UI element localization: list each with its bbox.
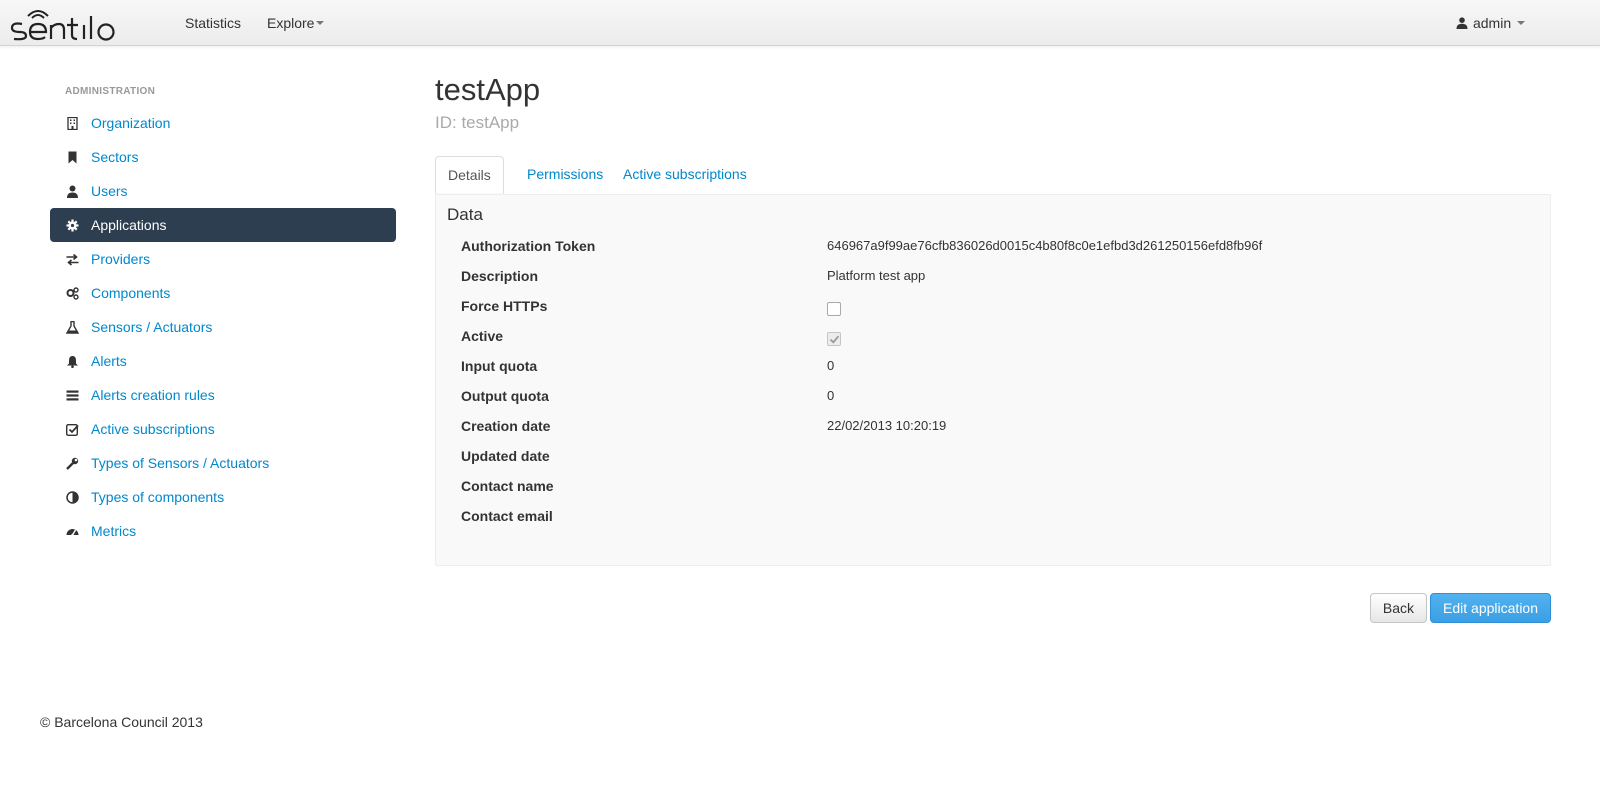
sidebar-item-types-of-sensors-actuators[interactable]: Types of Sensors / Actuators <box>50 446 396 480</box>
field-row-contact-name: Contact name <box>461 478 1521 508</box>
sidebar-item-active-subscriptions[interactable]: Active subscriptions <box>50 412 396 446</box>
field-label: Input quota <box>461 358 538 374</box>
tab-bar: Details Permissions Active subscriptions <box>435 156 1551 194</box>
field-label: Force HTTPs <box>461 298 548 314</box>
check-square-icon <box>66 423 79 436</box>
bell-icon <box>66 355 79 368</box>
field-label: Output quota <box>461 388 549 404</box>
active-checkbox[interactable] <box>827 332 841 346</box>
sidebar-item-metrics[interactable]: Metrics <box>50 514 396 548</box>
tab-permissions[interactable]: Permissions <box>515 156 615 194</box>
gears-icon <box>66 287 79 300</box>
footer-copyright: © Barcelona Council 2013 <box>40 714 203 730</box>
user-icon <box>66 185 79 198</box>
exchange-icon <box>66 253 79 266</box>
sidebar-item-label: Organization <box>91 115 171 131</box>
building-icon <box>66 117 79 130</box>
sidebar-header: ADMINISTRATION <box>65 86 156 97</box>
panel-title: Data <box>447 205 483 224</box>
field-row-authorization-token: Authorization Token 646967a9f99ae76cfb83… <box>461 238 1521 268</box>
field-label: Updated date <box>461 448 550 464</box>
field-label: Active <box>461 328 504 344</box>
edit-application-button[interactable]: Edit application <box>1430 593 1551 623</box>
wrench-icon <box>66 457 79 470</box>
details-panel: Data Authorization Token 646967a9f99ae76… <box>435 194 1551 566</box>
sidebar-item-components[interactable]: Components <box>50 276 396 310</box>
page-title: testApp <box>435 72 541 107</box>
chevron-down-icon <box>316 21 325 26</box>
nav-explore-dropdown[interactable]: Explore <box>267 15 325 31</box>
half-circle-icon <box>66 491 79 504</box>
main-content: testApp ID: testApp Details Permissions … <box>435 70 1551 623</box>
field-row-output-quota: Output quota 0 <box>461 388 1521 418</box>
field-row-contact-email: Contact email <box>461 508 1521 538</box>
description-value: Platform test app <box>827 268 926 283</box>
sidebar-item-label: Providers <box>91 251 151 267</box>
gear-icon <box>66 219 79 232</box>
sidebar-item-alerts-creation-rules[interactable]: Alerts creation rules <box>50 378 396 412</box>
field-row-active: Active <box>461 328 1521 358</box>
sidebar-item-label: Components <box>91 285 171 301</box>
sidebar-item-label: Sectors <box>91 149 139 165</box>
sidebar-item-label: Users <box>91 183 128 199</box>
sidebar-item-types-of-components[interactable]: Types of components <box>50 480 396 514</box>
flask-icon <box>66 321 79 334</box>
top-navbar: Statistics Explore admin <box>0 0 1600 46</box>
field-row-updated-date: Updated date <box>461 448 1521 478</box>
field-row-description: Description Platform test app <box>461 268 1521 298</box>
authorization-token-value: 646967a9f99ae76cfb836026d0015c4b80f8c0e1… <box>827 238 1263 253</box>
sidebar-item-sensors-actuators[interactable]: Sensors / Actuators <box>50 310 396 344</box>
field-label: Creation date <box>461 418 551 434</box>
user-menu-dropdown[interactable]: admin <box>1456 15 1525 31</box>
sidebar-item-label: Types of Sensors / Actuators <box>91 455 270 471</box>
force-https-checkbox[interactable] <box>827 302 841 316</box>
nav-statistics[interactable]: Statistics <box>185 15 241 31</box>
field-row-input-quota: Input quota 0 <box>461 358 1521 388</box>
field-row-force-https: Force HTTPs <box>461 298 1521 328</box>
sentilo-logo[interactable] <box>8 4 144 42</box>
admin-sidebar: ADMINISTRATION Organization Sectors User… <box>50 84 396 548</box>
sidebar-item-organization[interactable]: Organization <box>50 106 396 140</box>
sidebar-item-providers[interactable]: Providers <box>50 242 396 276</box>
input-quota-value: 0 <box>827 358 835 373</box>
field-label: Authorization Token <box>461 238 596 254</box>
sidebar-item-label: Metrics <box>91 523 137 539</box>
tab-active-subscriptions[interactable]: Active subscriptions <box>611 156 759 194</box>
sidebar-item-sectors[interactable]: Sectors <box>50 140 396 174</box>
sidebar-item-label: Alerts creation rules <box>91 387 215 403</box>
sidebar-item-applications[interactable]: Applications <box>50 208 396 242</box>
back-button[interactable]: Back <box>1369 593 1427 623</box>
logo-icon <box>10 10 115 41</box>
gauge-icon <box>66 525 79 538</box>
user-icon <box>1456 17 1468 29</box>
user-menu-label: admin <box>1472 15 1512 31</box>
sidebar-item-users[interactable]: Users <box>50 174 396 208</box>
chevron-down-icon <box>1517 21 1525 26</box>
check-icon <box>829 335 840 344</box>
tab-details[interactable]: Details <box>435 156 504 194</box>
bookmark-icon <box>66 151 79 164</box>
sidebar-item-label: Alerts <box>91 353 127 369</box>
field-label: Contact email <box>461 508 553 524</box>
sidebar-item-label: Applications <box>91 217 167 233</box>
sidebar-item-label: Active subscriptions <box>91 421 215 437</box>
output-quota-value: 0 <box>827 388 835 403</box>
list-icon <box>66 389 79 402</box>
nav-explore-label: Explore <box>267 15 315 31</box>
sidebar-item-label: Sensors / Actuators <box>91 319 213 335</box>
field-label: Contact name <box>461 478 554 494</box>
page-subtitle: ID: testApp <box>435 113 520 132</box>
sidebar-item-label: Types of components <box>91 489 225 505</box>
sidebar-item-alerts[interactable]: Alerts <box>50 344 396 378</box>
creation-date-value: 22/02/2013 10:20:19 <box>827 418 947 433</box>
field-label: Description <box>461 268 539 284</box>
field-row-creation-date: Creation date 22/02/2013 10:20:19 <box>461 418 1521 448</box>
